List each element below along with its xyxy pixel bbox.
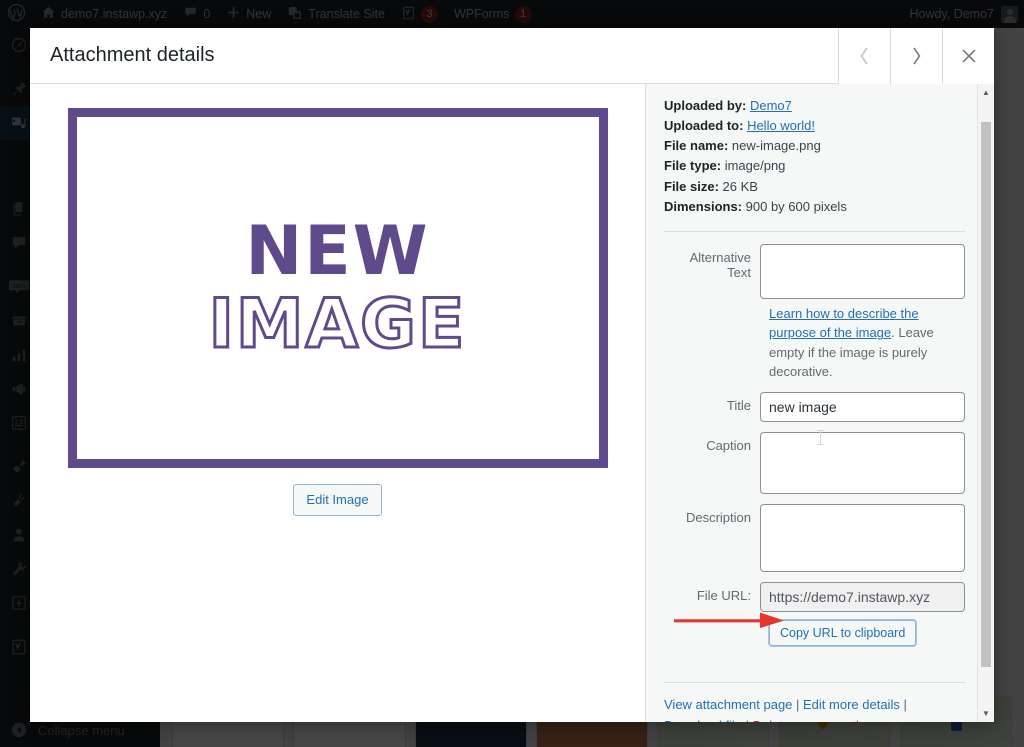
divider	[664, 230, 965, 232]
meta-file-size-label: File size:	[664, 178, 719, 194]
meta-file-type-label: File type:	[664, 158, 722, 174]
attachment-actions-links: View attachment page | Edit more details…	[664, 695, 965, 722]
link-separator: |	[792, 696, 804, 712]
edit-image-button[interactable]: Edit Image	[293, 484, 382, 517]
attachment-thumbnail: NEW IMAGE	[67, 108, 608, 468]
alt-text-label: Alternative Text	[689, 249, 751, 280]
meta-dimensions-label: Dimensions:	[664, 198, 743, 214]
uploaded-to-link[interactable]: Hello world!	[747, 118, 815, 133]
chevron-left-icon	[860, 47, 868, 64]
meta-file-type: File type: image/png	[664, 156, 965, 176]
modal-body: NEW IMAGE Edit Image Uploaded by: Demo7	[30, 84, 994, 722]
modal-header-buttons	[838, 27, 994, 84]
meta-uploaded-to-label: Uploaded to:	[664, 118, 744, 134]
copy-url-row: Copy URL to clipboard	[664, 619, 965, 646]
next-attachment-button[interactable]	[890, 27, 942, 84]
modal-header: Attachment details	[30, 27, 994, 84]
caption-field-row: Caption	[664, 431, 965, 494]
uploaded-by-link[interactable]: Demo7	[750, 98, 792, 113]
divider-footer	[664, 681, 965, 683]
file-url-label: File URL:	[696, 587, 751, 603]
alt-text-field-row: Alternative Text	[664, 243, 965, 299]
link-separator: |	[899, 696, 907, 712]
download-file-link[interactable]: Download file	[664, 718, 742, 722]
alt-text-input[interactable]	[760, 243, 965, 299]
edit-more-details-link[interactable]: Edit more details	[803, 697, 900, 712]
attachment-info-pane: Uploaded by: Demo7 Uploaded to: Hello wo…	[645, 84, 994, 722]
meta-uploaded-by: Uploaded by: Demo7	[664, 96, 965, 116]
meta-uploaded-to: Uploaded to: Hello world!	[664, 116, 965, 136]
text-cursor-icon	[817, 430, 824, 445]
description-input[interactable]	[760, 503, 965, 572]
copy-url-to-clipboard-button[interactable]: Copy URL to clipboard	[769, 619, 917, 646]
attachment-preview-pane: NEW IMAGE Edit Image	[30, 84, 645, 722]
meta-file-size-value: 26 KB	[722, 178, 758, 194]
image-text-image: IMAGE	[207, 285, 467, 364]
page-title: Attachment details	[50, 44, 215, 66]
attachment-details-modal: Attachment details NEW IMAGE Edit Image …	[30, 27, 994, 722]
meta-uploaded-by-label: Uploaded by:	[664, 98, 747, 113]
scroll-down-arrow-icon[interactable]: ▼	[978, 705, 994, 722]
meta-file-name-label: File name:	[664, 138, 729, 154]
description-control	[760, 503, 965, 572]
attachment-info-scroll: Uploaded by: Demo7 Uploaded to: Hello wo…	[646, 84, 977, 722]
edit-image-row: Edit Image	[293, 484, 382, 517]
meta-file-name: File name: new-image.png	[664, 136, 965, 156]
description-field-row: Description	[664, 503, 965, 572]
new-image-graphic: NEW IMAGE	[67, 108, 608, 468]
caption-control	[760, 431, 965, 494]
link-separator: |	[742, 718, 753, 722]
image-text-new: NEW	[245, 211, 430, 291]
close-x-icon	[961, 48, 976, 63]
meta-dimensions: Dimensions: 900 by 600 pixels	[664, 197, 965, 217]
meta-dimensions-value: 900 by 600 pixels	[745, 198, 847, 214]
chevron-right-icon	[913, 47, 921, 64]
title-field-row: Title	[664, 391, 965, 422]
attachment-metadata: Uploaded by: Demo7 Uploaded to: Hello wo…	[664, 96, 965, 217]
alt-text-control	[760, 243, 965, 299]
delete-permanently-link[interactable]: Delete permanently	[753, 718, 866, 722]
screen: Dashboard	[0, 0, 1024, 747]
scroll-up-arrow-icon[interactable]: ▲	[978, 84, 994, 101]
close-modal-button[interactable]	[942, 27, 994, 84]
file-url-control	[760, 581, 965, 612]
scrollbar-thumb[interactable]	[981, 122, 991, 667]
prev-attachment-button[interactable]	[838, 27, 890, 84]
file-url-field-row: File URL:	[664, 581, 965, 612]
title-label: Title	[726, 397, 751, 413]
meta-file-type-value: image/png	[724, 158, 786, 174]
description-label: Description	[685, 509, 751, 525]
alt-text-helper: Learn how to describe the purpose of the…	[664, 304, 965, 382]
meta-file-name-value: new-image.png	[731, 138, 821, 154]
view-attachment-page-link[interactable]: View attachment page	[664, 697, 792, 712]
meta-file-size: File size: 26 KB	[664, 177, 965, 197]
title-control	[760, 391, 965, 422]
caption-input[interactable]	[760, 431, 965, 494]
file-url-input[interactable]	[760, 581, 965, 612]
info-pane-scrollbar[interactable]: ▲ ▼	[977, 84, 994, 722]
title-input[interactable]	[760, 391, 965, 422]
caption-label: Caption	[706, 437, 751, 453]
